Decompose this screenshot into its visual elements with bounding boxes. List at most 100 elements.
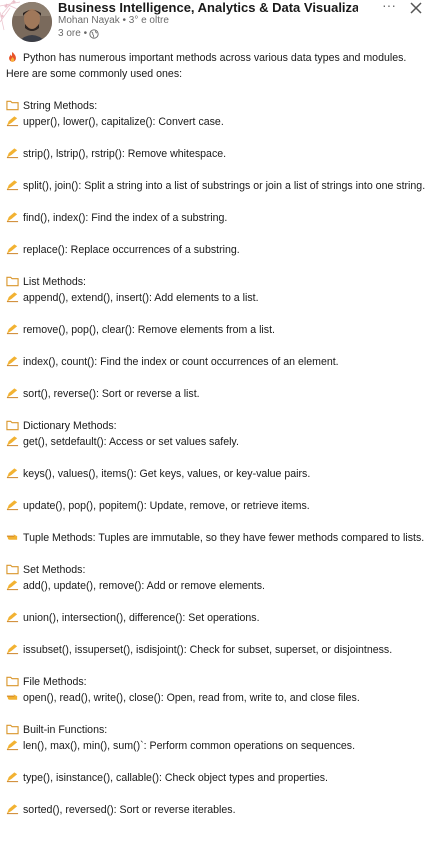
avatar[interactable]	[12, 2, 52, 42]
item-text: sorted(), reversed(): Sort or reverse it…	[23, 804, 236, 816]
writing-hand-icon	[6, 292, 19, 303]
list-item: len(), max(), min(), sum()`: Perform com…	[6, 738, 426, 754]
post-header: Business Intelligence, Analytics & Data …	[0, 0, 432, 46]
feed-post: Business Intelligence, Analytics & Data …	[0, 0, 432, 854]
section-dictionary-methods: Dictionary Methods: get(), setdefault():…	[6, 418, 426, 450]
section-heading: Dictionary Methods:	[6, 418, 426, 434]
section-file-methods: File Methods: open(), read(), write(), c…	[6, 674, 426, 706]
item-text: sort(), reverse(): Sort or reverse a lis…	[23, 388, 200, 400]
post-body: Python has numerous important methods ac…	[6, 50, 426, 818]
item-text: open(), read(), write(), close(): Open, …	[23, 692, 360, 704]
folder-icon	[6, 420, 19, 431]
item-text: add(), update(), remove(): Add or remove…	[23, 580, 265, 592]
section-heading: String Methods:	[6, 98, 426, 114]
intro-paragraph: Python has numerous important methods ac…	[6, 50, 426, 82]
item-text: upper(), lower(), capitalize(): Convert …	[23, 116, 224, 128]
writing-hand-icon	[6, 804, 19, 815]
list-item: union(), intersection(), difference(): S…	[6, 610, 426, 626]
close-button[interactable]	[408, 0, 424, 16]
author-subtitle[interactable]: Mohan Nayak • 3° e oltre	[58, 15, 169, 27]
writing-hand-icon	[6, 244, 19, 255]
item-text: type(), isinstance(), callable(): Check …	[23, 772, 328, 784]
folder-icon	[6, 100, 19, 111]
list-item: append(), extend(), insert(): Add elemen…	[6, 290, 426, 306]
writing-hand-icon	[6, 468, 19, 479]
list-item: replace(): Replace occurrences of a subs…	[6, 242, 426, 258]
item-text: strip(), lstrip(), rstrip(): Remove whit…	[23, 148, 227, 160]
writing-hand-icon	[6, 772, 19, 783]
section-list-methods: List Methods: append(), extend(), insert…	[6, 274, 426, 306]
list-item: index(), count(): Find the index or coun…	[6, 354, 426, 370]
section-title: String Methods:	[23, 100, 98, 112]
more-icon: ···	[382, 0, 396, 13]
writing-hand-icon	[6, 212, 19, 223]
writing-hand-icon	[6, 148, 19, 159]
list-item: type(), isinstance(), callable(): Check …	[6, 770, 426, 786]
item-text: index(), count(): Find the index or coun…	[23, 356, 339, 368]
item-text: len(), max(), min(), sum()`: Perform com…	[23, 740, 356, 752]
pointing-hand-icon	[6, 694, 18, 700]
item-text: get(), setdefault(): Access or set value…	[23, 436, 239, 448]
author-name[interactable]: Business Intelligence, Analytics & Data …	[58, 1, 358, 15]
writing-hand-icon	[6, 436, 19, 447]
intro-text: Python has numerous important methods ac…	[6, 52, 407, 80]
item-text: issubset(), issuperset(), isdisjoint(): …	[23, 644, 393, 656]
more-options-button[interactable]: ···	[378, 0, 400, 14]
list-item: split(), join(): Split a string into a l…	[6, 178, 426, 194]
section-title: Tuple Methods: Tuples are immutable, so …	[23, 532, 425, 544]
list-item: sort(), reverse(): Sort or reverse a lis…	[6, 386, 426, 402]
close-icon	[410, 2, 422, 14]
section-heading: Set Methods:	[6, 562, 426, 578]
folder-icon	[6, 676, 19, 687]
writing-hand-icon	[6, 356, 19, 367]
item-text: update(), pop(), popitem(): Update, remo…	[23, 500, 310, 512]
item-text: find(), index(): Find the index of a sub…	[23, 212, 228, 224]
section-title: File Methods:	[23, 676, 87, 688]
item-text: append(), extend(), insert(): Add elemen…	[23, 292, 259, 304]
writing-hand-icon	[6, 612, 19, 623]
post-time: 3 ore •	[58, 28, 88, 39]
item-text: remove(), pop(), clear(): Remove element…	[23, 324, 275, 336]
section-tuple-methods: Tuple Methods: Tuples are immutable, so …	[6, 530, 426, 546]
list-item: sorted(), reversed(): Sort or reverse it…	[6, 802, 426, 818]
item-text: replace(): Replace occurrences of a subs…	[23, 244, 240, 256]
writing-hand-icon	[6, 116, 19, 127]
section-set-methods: Set Methods: add(), update(), remove(): …	[6, 562, 426, 594]
list-item: strip(), lstrip(), rstrip(): Remove whit…	[6, 146, 426, 162]
globe-icon	[89, 29, 99, 39]
section-heading: List Methods:	[6, 274, 426, 290]
section-title: Dictionary Methods:	[23, 420, 117, 432]
list-item: get(), setdefault(): Access or set value…	[6, 434, 426, 450]
section-heading: Built-in Functions:	[6, 722, 426, 738]
section-heading: File Methods:	[6, 674, 426, 690]
writing-hand-icon	[6, 180, 19, 191]
list-item: keys(), values(), items(): Get keys, val…	[6, 466, 426, 482]
writing-hand-icon	[6, 388, 19, 399]
writing-hand-icon	[6, 500, 19, 511]
list-item: issubset(), issuperset(), isdisjoint(): …	[6, 642, 426, 658]
folder-icon	[6, 276, 19, 287]
list-item: find(), index(): Find the index of a sub…	[6, 210, 426, 226]
list-item: add(), update(), remove(): Add or remove…	[6, 578, 426, 594]
post-meta: 3 ore •	[58, 28, 99, 40]
section-builtin-functions: Built-in Functions: len(), max(), min(),…	[6, 722, 426, 754]
folder-icon	[6, 724, 19, 735]
item-text: keys(), values(), items(): Get keys, val…	[23, 468, 311, 480]
writing-hand-icon	[6, 644, 19, 655]
fire-icon	[9, 51, 16, 62]
writing-hand-icon	[6, 580, 19, 591]
list-item: upper(), lower(), capitalize(): Convert …	[6, 114, 426, 130]
list-item: update(), pop(), popitem(): Update, remo…	[6, 498, 426, 514]
group-logo-background	[0, 0, 60, 46]
item-text: union(), intersection(), difference(): S…	[23, 612, 260, 624]
section-title: Set Methods:	[23, 564, 86, 576]
section-title: List Methods:	[23, 276, 87, 288]
list-item: open(), read(), write(), close(): Open, …	[6, 690, 426, 706]
item-text: split(), join(): Split a string into a l…	[23, 180, 426, 192]
writing-hand-icon	[6, 324, 19, 335]
section-string-methods: String Methods: upper(), lower(), capita…	[6, 98, 426, 130]
writing-hand-icon	[6, 740, 19, 751]
section-title: Built-in Functions:	[23, 724, 108, 736]
pointing-hand-icon	[6, 534, 18, 540]
folder-icon	[6, 564, 19, 575]
